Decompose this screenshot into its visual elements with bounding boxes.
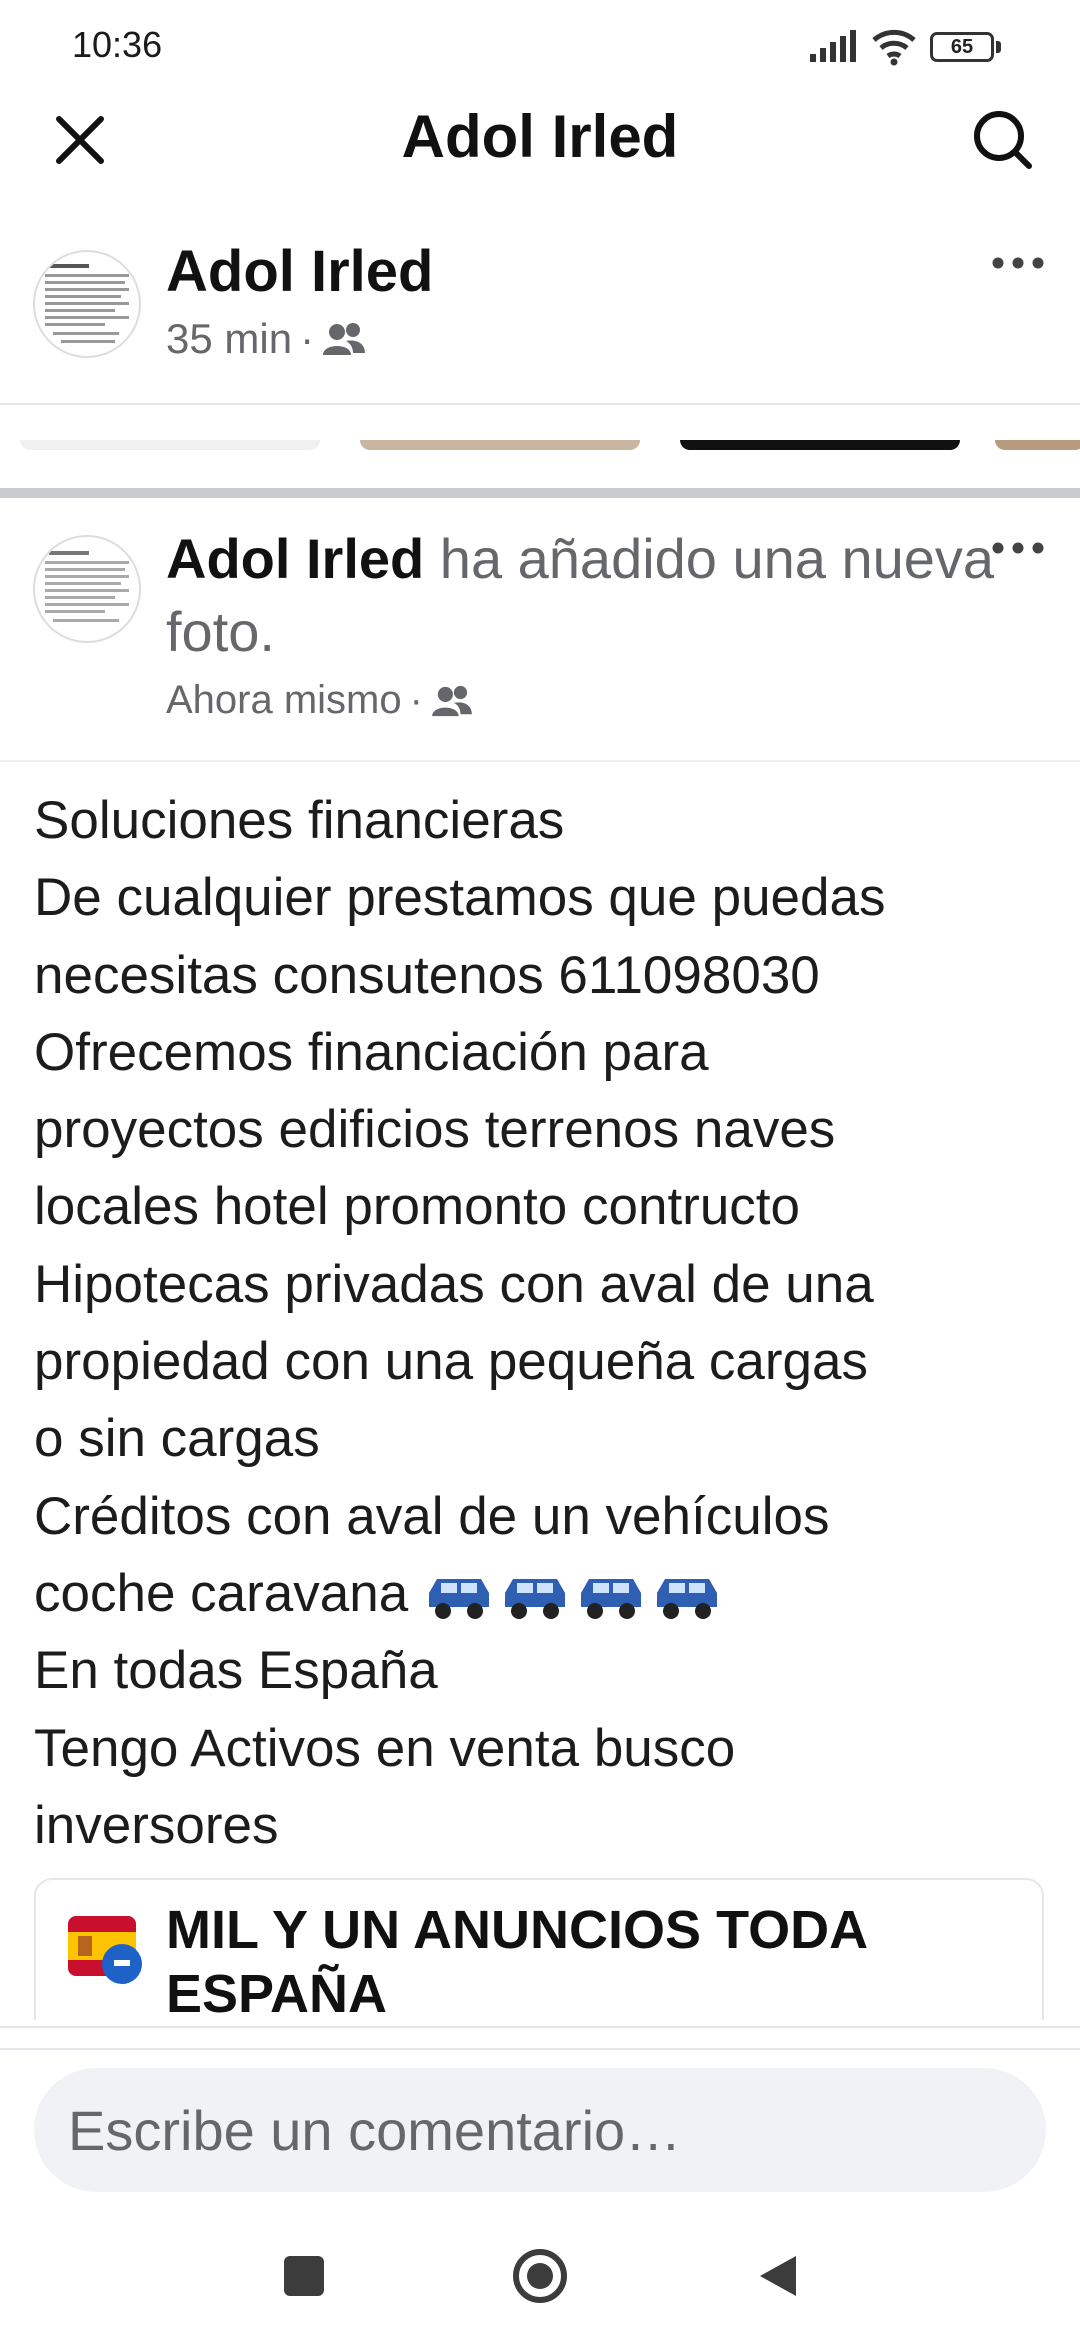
post-line: inversores xyxy=(34,1795,279,1855)
recent-apps-icon[interactable] xyxy=(284,2256,324,2296)
close-icon xyxy=(56,116,104,164)
divider xyxy=(0,760,1080,762)
suv-icon xyxy=(580,1578,641,1619)
close-button[interactable] xyxy=(40,100,120,180)
more-icon xyxy=(992,257,1044,269)
post-line: De cualquier prestamos que puedas xyxy=(34,868,886,928)
home-icon[interactable] xyxy=(512,2248,568,2304)
action-bar-partial xyxy=(0,2026,1080,2050)
post-line: Tengo Activos en venta busco xyxy=(34,1718,736,1778)
friends-icon xyxy=(432,685,472,716)
post-line: necesitas consutenos 611098030 xyxy=(34,945,820,1005)
post-line: Hipotecas privadas con aval de una xyxy=(34,1254,874,1314)
battery-tip xyxy=(996,41,1001,53)
post-line: propiedad con una pequeña cargas xyxy=(34,1332,868,1392)
avatar-image xyxy=(45,264,129,343)
post-line-text: coche caravana xyxy=(34,1563,423,1623)
more-icon xyxy=(992,542,1044,554)
suv-icon xyxy=(504,1578,565,1619)
author-avatar[interactable] xyxy=(33,535,141,643)
post-line: Ofrecemos financiación para xyxy=(34,1022,709,1082)
suv-icon xyxy=(428,1578,489,1619)
status-bar: 10:36 65 xyxy=(0,0,1080,90)
search-button[interactable] xyxy=(958,100,1048,180)
post-header: Adol Irled ha añadido una nueva foto. xyxy=(166,522,996,668)
emoji-row xyxy=(423,1564,727,1623)
link-card-title: MIL Y UN ANUNCIOS TODA ESPAÑA xyxy=(166,1900,867,2024)
meta-separator: · xyxy=(409,678,423,722)
search-icon xyxy=(974,111,1032,169)
post-line: proyectos edificios terrenos naves xyxy=(34,1100,836,1160)
post-menu-button[interactable] xyxy=(990,540,1046,561)
friends-icon xyxy=(323,323,366,355)
meta-separator: · xyxy=(300,315,315,362)
battery-icon: 65 xyxy=(930,32,994,62)
signal-icon xyxy=(810,30,856,62)
post-line: Créditos con aval de un vehículos xyxy=(34,1486,830,1546)
post-line: locales hotel promonto contructo xyxy=(34,1177,800,1237)
wifi-icon xyxy=(872,29,916,66)
post-line: Soluciones financieras xyxy=(34,791,565,850)
comment-input[interactable] xyxy=(34,2068,1046,2192)
post-time: 35 min xyxy=(166,315,293,362)
divider xyxy=(0,403,1080,405)
post-meta: Ahora mismo · xyxy=(166,678,473,723)
post-line-with-emoji: coche caravana xyxy=(34,1555,1064,1632)
suv-icon xyxy=(656,1578,717,1619)
post-line: En todas España xyxy=(34,1641,438,1701)
page-title: Adol Irled xyxy=(401,103,679,170)
spain-flag-logo xyxy=(68,1916,142,1984)
post-line: o sin cargas xyxy=(34,1409,320,1469)
previous-post-media-strip xyxy=(0,440,1080,456)
post-time: Ahora mismo xyxy=(166,678,402,722)
post-body: Soluciones financieras De cualquier pres… xyxy=(34,782,1064,1864)
back-icon[interactable] xyxy=(756,2252,800,2300)
post-menu-button[interactable] xyxy=(990,255,1046,276)
post-meta: 35 min · xyxy=(166,315,366,363)
status-time: 10:36 xyxy=(72,24,163,65)
avatar-image xyxy=(45,551,129,622)
post-author-name[interactable]: Adol Irled xyxy=(166,527,424,590)
post-divider xyxy=(0,488,1080,498)
post-author-name[interactable]: Adol Irled xyxy=(166,238,433,305)
author-avatar[interactable] xyxy=(33,250,141,358)
